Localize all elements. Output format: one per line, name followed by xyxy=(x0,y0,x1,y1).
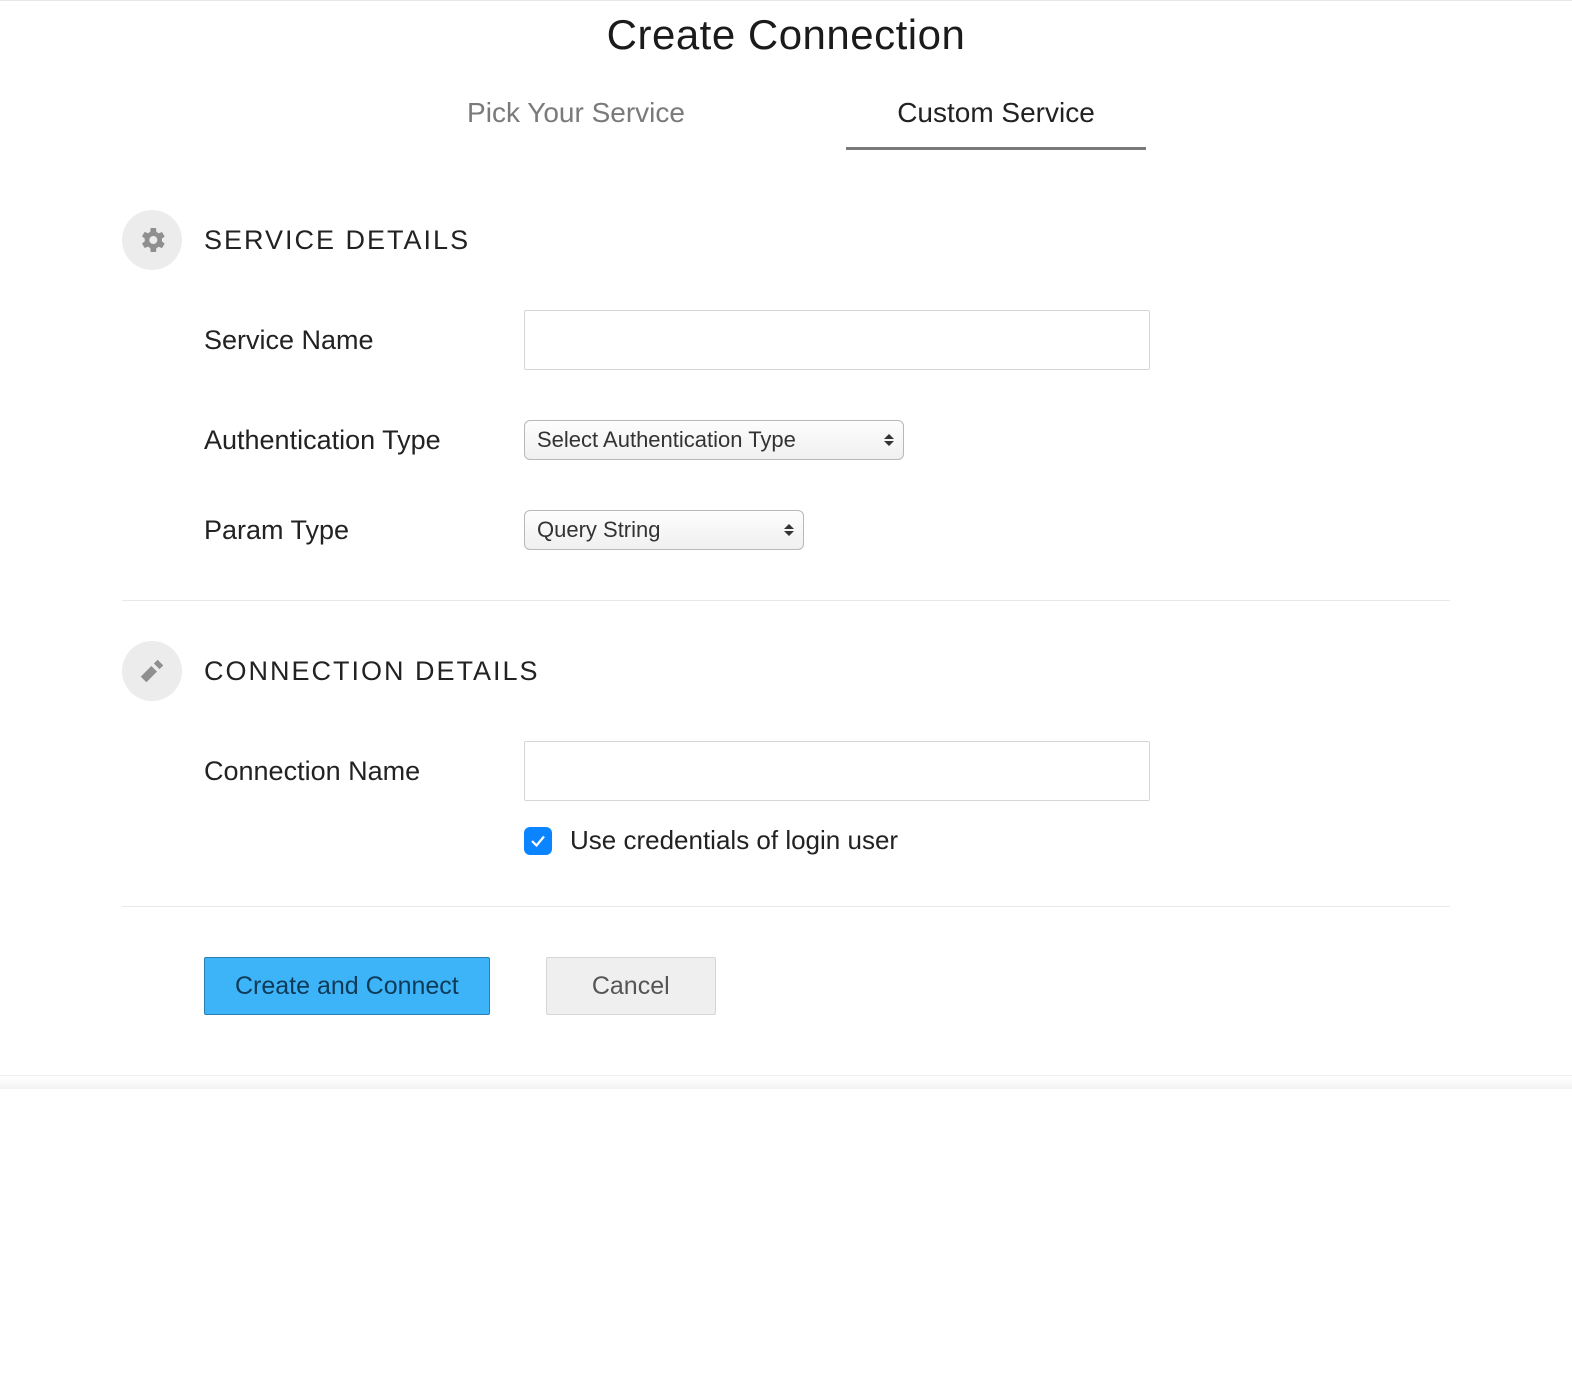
create-and-connect-button[interactable]: Create and Connect xyxy=(204,957,490,1015)
service-name-input[interactable] xyxy=(524,310,1150,370)
connection-details-header: CONNECTION DETAILS xyxy=(122,641,1450,701)
connection-name-label: Connection Name xyxy=(204,756,524,787)
use-credentials-label: Use credentials of login user xyxy=(570,825,898,856)
param-type-label: Param Type xyxy=(204,515,524,546)
cancel-button[interactable]: Cancel xyxy=(546,957,716,1015)
connection-name-input[interactable] xyxy=(524,741,1150,801)
section-divider xyxy=(122,906,1450,907)
service-name-label: Service Name xyxy=(204,325,524,356)
page-title: Create Connection xyxy=(122,11,1450,59)
service-details-header: SERVICE DETAILS xyxy=(122,210,1450,270)
plug-icon xyxy=(122,641,182,701)
tab-bar: Pick Your Service Custom Service xyxy=(122,87,1450,150)
authentication-type-label: Authentication Type xyxy=(204,425,524,456)
section-divider xyxy=(122,600,1450,601)
authentication-type-select[interactable]: Select Authentication Type xyxy=(524,420,904,460)
gears-icon xyxy=(122,210,182,270)
connection-details-title: CONNECTION DETAILS xyxy=(204,656,540,687)
param-type-select[interactable]: Query String xyxy=(524,510,804,550)
service-details-title: SERVICE DETAILS xyxy=(204,225,470,256)
tab-pick-your-service[interactable]: Pick Your Service xyxy=(426,87,726,150)
use-credentials-checkbox[interactable] xyxy=(524,827,552,855)
tab-custom-service[interactable]: Custom Service xyxy=(846,87,1146,150)
